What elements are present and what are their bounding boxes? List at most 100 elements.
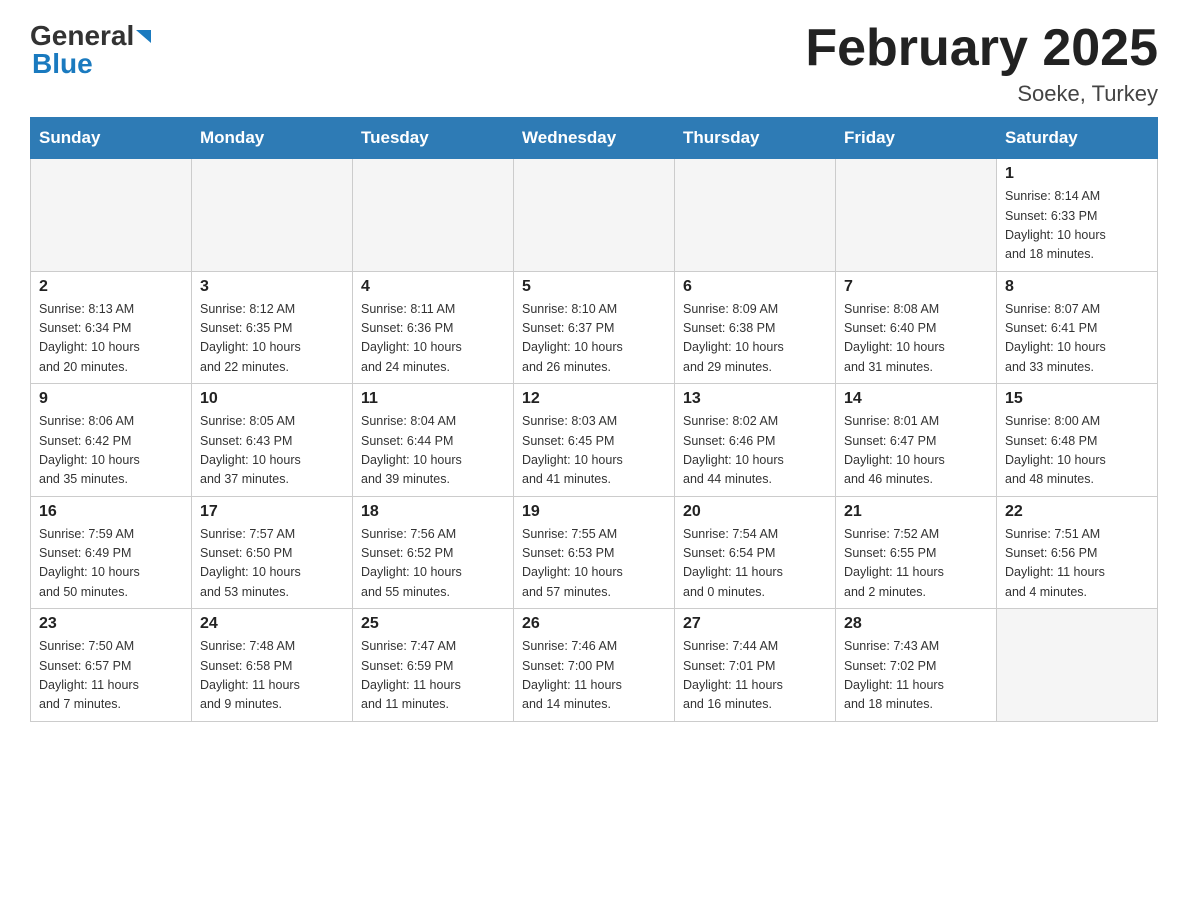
- day-info: Sunrise: 8:12 AM Sunset: 6:35 PM Dayligh…: [200, 300, 344, 378]
- day-number: 25: [361, 615, 505, 633]
- day-number: 19: [522, 503, 666, 521]
- day-info: Sunrise: 7:59 AM Sunset: 6:49 PM Dayligh…: [39, 525, 183, 603]
- weekday-header-friday: Friday: [836, 118, 997, 159]
- calendar-cell: 21 Sunrise: 7:52 AM Sunset: 6:55 PM Dayli…: [836, 496, 997, 609]
- calendar-cell: [514, 159, 675, 272]
- day-number: 24: [200, 615, 344, 633]
- day-number: 17: [200, 503, 344, 521]
- day-info: Sunrise: 7:51 AM Sunset: 6:56 PM Dayligh…: [1005, 525, 1149, 603]
- calendar-cell: [836, 159, 997, 272]
- calendar-cell: 15Sunrise: 8:00 AM Sunset: 6:48 PM Dayli…: [997, 384, 1158, 497]
- day-number: 14: [844, 390, 988, 408]
- calendar-cell: 28 Sunrise: 7:43 AM Sunset: 7:02 PM Dayli…: [836, 609, 997, 722]
- day-info: Sunrise: 8:11 AM Sunset: 6:36 PM Dayligh…: [361, 300, 505, 378]
- day-info: Sunrise: 8:03 AM Sunset: 6:45 PM Dayligh…: [522, 412, 666, 490]
- calendar-cell: 20 Sunrise: 7:54 AM Sunset: 6:54 PM Dayli…: [675, 496, 836, 609]
- day-number: 26: [522, 615, 666, 633]
- logo-blue-text: Blue: [32, 48, 93, 80]
- day-number: 10: [200, 390, 344, 408]
- day-info: Sunrise: 8:09 AM Sunset: 6:38 PM Dayligh…: [683, 300, 827, 378]
- calendar-cell: 14 Sunrise: 8:01 AM Sunset: 6:47 PM Dayli…: [836, 384, 997, 497]
- calendar-cell: 2 Sunrise: 8:13 AM Sunset: 6:34 PM Daylig…: [31, 271, 192, 384]
- logo: General Blue: [30, 20, 151, 80]
- calendar-cell: 5 Sunrise: 8:10 AM Sunset: 6:37 PM Daylig…: [514, 271, 675, 384]
- day-number: 5: [522, 278, 666, 296]
- calendar-cell: [353, 159, 514, 272]
- day-number: 23: [39, 615, 183, 633]
- day-info: Sunrise: 7:50 AM Sunset: 6:57 PM Dayligh…: [39, 637, 183, 715]
- calendar-week-row: 9 Sunrise: 8:06 AM Sunset: 6:42 PM Daylig…: [31, 384, 1158, 497]
- day-number: 28: [844, 615, 988, 633]
- day-info: Sunrise: 7:54 AM Sunset: 6:54 PM Dayligh…: [683, 525, 827, 603]
- calendar-cell: [997, 609, 1158, 722]
- day-info: Sunrise: 8:06 AM Sunset: 6:42 PM Dayligh…: [39, 412, 183, 490]
- calendar-cell: [675, 159, 836, 272]
- day-info: Sunrise: 7:57 AM Sunset: 6:50 PM Dayligh…: [200, 525, 344, 603]
- day-number: 1: [1005, 165, 1149, 183]
- weekday-header-monday: Monday: [192, 118, 353, 159]
- day-number: 3: [200, 278, 344, 296]
- weekday-header-saturday: Saturday: [997, 118, 1158, 159]
- page-header: General Blue February 2025 Soeke, Turkey: [30, 20, 1158, 107]
- calendar-cell: [31, 159, 192, 272]
- calendar-cell: 10 Sunrise: 8:05 AM Sunset: 6:43 PM Dayli…: [192, 384, 353, 497]
- location-text: Soeke, Turkey: [805, 81, 1158, 107]
- day-number: 21: [844, 503, 988, 521]
- day-number: 6: [683, 278, 827, 296]
- day-info: Sunrise: 8:10 AM Sunset: 6:37 PM Dayligh…: [522, 300, 666, 378]
- day-info: Sunrise: 8:02 AM Sunset: 6:46 PM Dayligh…: [683, 412, 827, 490]
- calendar-week-row: 16 Sunrise: 7:59 AM Sunset: 6:49 PM Dayli…: [31, 496, 1158, 609]
- day-info: Sunrise: 7:48 AM Sunset: 6:58 PM Dayligh…: [200, 637, 344, 715]
- calendar-cell: 4Sunrise: 8:11 AM Sunset: 6:36 PM Daylig…: [353, 271, 514, 384]
- day-number: 2: [39, 278, 183, 296]
- day-number: 9: [39, 390, 183, 408]
- day-number: 12: [522, 390, 666, 408]
- calendar-week-row: 2 Sunrise: 8:13 AM Sunset: 6:34 PM Daylig…: [31, 271, 1158, 384]
- calendar-cell: 9 Sunrise: 8:06 AM Sunset: 6:42 PM Daylig…: [31, 384, 192, 497]
- weekday-header-thursday: Thursday: [675, 118, 836, 159]
- day-number: 8: [1005, 278, 1149, 296]
- calendar-week-row: 23 Sunrise: 7:50 AM Sunset: 6:57 PM Dayli…: [31, 609, 1158, 722]
- day-info: Sunrise: 8:01 AM Sunset: 6:47 PM Dayligh…: [844, 412, 988, 490]
- day-info: Sunrise: 8:07 AM Sunset: 6:41 PM Dayligh…: [1005, 300, 1149, 378]
- day-info: Sunrise: 7:52 AM Sunset: 6:55 PM Dayligh…: [844, 525, 988, 603]
- calendar-cell: 16 Sunrise: 7:59 AM Sunset: 6:49 PM Dayli…: [31, 496, 192, 609]
- weekday-header-wednesday: Wednesday: [514, 118, 675, 159]
- weekday-header-row: SundayMondayTuesdayWednesdayThursdayFrid…: [31, 118, 1158, 159]
- day-number: 22: [1005, 503, 1149, 521]
- weekday-header-tuesday: Tuesday: [353, 118, 514, 159]
- calendar-cell: 3 Sunrise: 8:12 AM Sunset: 6:35 PM Daylig…: [192, 271, 353, 384]
- day-info: Sunrise: 8:13 AM Sunset: 6:34 PM Dayligh…: [39, 300, 183, 378]
- calendar-cell: 11Sunrise: 8:04 AM Sunset: 6:44 PM Dayli…: [353, 384, 514, 497]
- day-number: 20: [683, 503, 827, 521]
- day-info: Sunrise: 7:44 AM Sunset: 7:01 PM Dayligh…: [683, 637, 827, 715]
- calendar-cell: [192, 159, 353, 272]
- day-info: Sunrise: 8:08 AM Sunset: 6:40 PM Dayligh…: [844, 300, 988, 378]
- calendar-cell: 23 Sunrise: 7:50 AM Sunset: 6:57 PM Dayli…: [31, 609, 192, 722]
- day-info: Sunrise: 7:43 AM Sunset: 7:02 PM Dayligh…: [844, 637, 988, 715]
- calendar-week-row: 1 Sunrise: 8:14 AM Sunset: 6:33 PM Daylig…: [31, 159, 1158, 272]
- day-number: 27: [683, 615, 827, 633]
- calendar-cell: 1 Sunrise: 8:14 AM Sunset: 6:33 PM Daylig…: [997, 159, 1158, 272]
- calendar-cell: 12 Sunrise: 8:03 AM Sunset: 6:45 PM Dayli…: [514, 384, 675, 497]
- calendar-cell: 13Sunrise: 8:02 AM Sunset: 6:46 PM Dayli…: [675, 384, 836, 497]
- day-info: Sunrise: 8:05 AM Sunset: 6:43 PM Dayligh…: [200, 412, 344, 490]
- day-info: Sunrise: 8:14 AM Sunset: 6:33 PM Dayligh…: [1005, 187, 1149, 265]
- calendar-cell: 25Sunrise: 7:47 AM Sunset: 6:59 PM Dayli…: [353, 609, 514, 722]
- day-number: 16: [39, 503, 183, 521]
- calendar-table: SundayMondayTuesdayWednesdayThursdayFrid…: [30, 117, 1158, 722]
- calendar-cell: 17 Sunrise: 7:57 AM Sunset: 6:50 PM Dayli…: [192, 496, 353, 609]
- calendar-cell: 27 Sunrise: 7:44 AM Sunset: 7:01 PM Dayli…: [675, 609, 836, 722]
- logo-triangle-icon: [136, 30, 151, 43]
- day-number: 11: [361, 390, 505, 408]
- calendar-cell: 19Sunrise: 7:55 AM Sunset: 6:53 PM Dayli…: [514, 496, 675, 609]
- day-number: 7: [844, 278, 988, 296]
- calendar-cell: 7 Sunrise: 8:08 AM Sunset: 6:40 PM Daylig…: [836, 271, 997, 384]
- weekday-header-sunday: Sunday: [31, 118, 192, 159]
- day-info: Sunrise: 7:46 AM Sunset: 7:00 PM Dayligh…: [522, 637, 666, 715]
- calendar-cell: 26 Sunrise: 7:46 AM Sunset: 7:00 PM Dayli…: [514, 609, 675, 722]
- month-title: February 2025: [805, 20, 1158, 77]
- calendar-cell: 24 Sunrise: 7:48 AM Sunset: 6:58 PM Dayli…: [192, 609, 353, 722]
- calendar-cell: 8 Sunrise: 8:07 AM Sunset: 6:41 PM Daylig…: [997, 271, 1158, 384]
- day-number: 15: [1005, 390, 1149, 408]
